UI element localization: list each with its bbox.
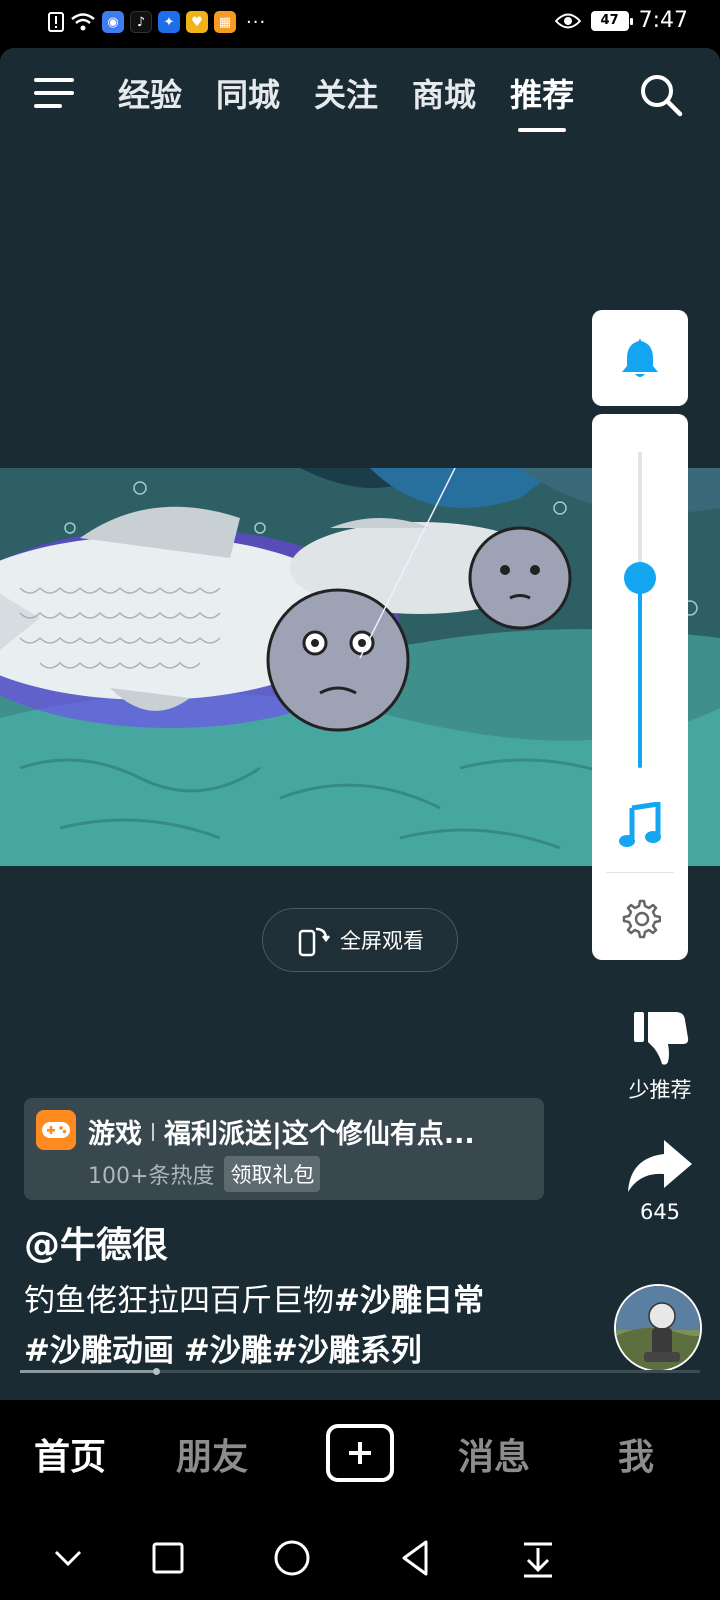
- ad-category: 游戏: [88, 1119, 142, 1150]
- share-arrow-icon: [628, 1140, 692, 1192]
- hashtag[interactable]: #沙雕动画: [24, 1333, 174, 1369]
- progress-handle[interactable]: [153, 1368, 160, 1375]
- create-post-button[interactable]: [326, 1424, 394, 1482]
- bulb-icon: ✦: [158, 11, 180, 33]
- hashtag[interactable]: #沙雕: [184, 1333, 272, 1369]
- tab-recommend[interactable]: 推荐: [510, 70, 574, 132]
- status-icons: ◉ ♪ ✦ ♥ ▦ ···: [48, 11, 266, 33]
- volume-panel: [592, 414, 688, 960]
- avatar-image: [616, 1286, 700, 1370]
- nav-friends[interactable]: 朋友: [176, 1428, 248, 1480]
- settings-gear-icon[interactable]: [619, 898, 661, 940]
- feed-tabs: 经验 同城 关注 商城 推荐: [118, 70, 574, 132]
- nav-home[interactable]: 首页: [34, 1428, 106, 1480]
- hashtag[interactable]: #沙雕系列: [272, 1333, 422, 1369]
- top-navigation: 经验 同城 关注 商城 推荐: [0, 48, 720, 148]
- caption-text: 钓鱼佬狂拉四百斤巨物: [24, 1283, 334, 1319]
- clock: 7:47: [638, 8, 688, 33]
- panel-divider: [606, 872, 674, 873]
- ad-separator: [152, 1122, 154, 1141]
- volume-slider-fill: [638, 578, 642, 768]
- status-bar: ◉ ♪ ✦ ♥ ▦ ··· 47 7:47: [0, 0, 720, 48]
- nav-messages[interactable]: 消息: [458, 1428, 530, 1480]
- browser-icon: ◉: [102, 11, 124, 33]
- wifi-icon: [71, 13, 95, 31]
- game-ad-card[interactable]: 游戏 福利派送|这个修仙有点... 100+条热度 领取礼包: [24, 1098, 544, 1200]
- nav-me[interactable]: 我: [618, 1428, 654, 1480]
- orange-app-icon: ▦: [214, 11, 236, 33]
- author-avatar[interactable]: [614, 1284, 702, 1372]
- gamepad-icon: [36, 1110, 76, 1150]
- share-count: 645: [639, 1200, 681, 1224]
- eye-icon: [554, 13, 581, 28]
- video-progress-bar[interactable]: [20, 1368, 700, 1375]
- fullscreen-button[interactable]: 全屏观看: [262, 908, 458, 972]
- search-icon[interactable]: [638, 72, 684, 118]
- claim-gift-button[interactable]: 领取礼包: [224, 1156, 321, 1192]
- thumbs-down-icon: [634, 1012, 689, 1065]
- home-circle-icon[interactable]: [270, 1536, 314, 1580]
- ad-title: 福利派送|这个修仙有点...: [164, 1119, 475, 1150]
- alert-icon: [48, 12, 64, 32]
- more-notifications: ···: [246, 11, 267, 33]
- bell-icon: [622, 339, 658, 377]
- rotate-screen-icon: [298, 927, 330, 957]
- tab-mall[interactable]: 商城: [412, 70, 476, 126]
- post-caption: 钓鱼佬狂拉四百斤巨物#沙雕日常 #沙雕动画 #沙雕#沙雕系列: [24, 1276, 564, 1376]
- music-note-icon[interactable]: [618, 802, 662, 850]
- heart-app-icon: ♥: [186, 11, 208, 33]
- dislike-label: 少推荐: [628, 1078, 692, 1102]
- chevron-down-icon[interactable]: [46, 1536, 90, 1580]
- volume-slider-track[interactable]: [638, 452, 642, 768]
- recent-apps-icon[interactable]: [146, 1536, 190, 1580]
- notification-shade-icon[interactable]: [516, 1536, 560, 1580]
- dislike-button[interactable]: 少推荐: [612, 1008, 708, 1104]
- menu-icon[interactable]: [34, 76, 76, 110]
- fullscreen-label: 全屏观看: [340, 929, 424, 953]
- tab-local[interactable]: 同城: [216, 70, 280, 126]
- tab-following[interactable]: 关注: [314, 70, 378, 126]
- video-feed-screen: 经验 同城 关注 商城 推荐 全屏观看 少推荐 645 游戏 福利派送|这个修仙…: [0, 48, 720, 1400]
- tab-experience[interactable]: 经验: [118, 70, 182, 126]
- progress-fill: [20, 1370, 156, 1373]
- author-name[interactable]: @牛德很: [24, 1216, 168, 1268]
- system-navigation-bar: [0, 1516, 720, 1600]
- share-button[interactable]: 645: [612, 1138, 708, 1224]
- battery-indicator: 47: [590, 10, 633, 31]
- back-triangle-icon[interactable]: [394, 1536, 438, 1580]
- volume-slider-thumb[interactable]: [624, 562, 656, 595]
- bottom-navigation: 首页 朋友 消息 我: [0, 1400, 720, 1516]
- plus-icon: [349, 1442, 371, 1464]
- ad-heat: 100+条热度: [88, 1164, 215, 1189]
- hashtag[interactable]: #沙雕日常: [334, 1283, 484, 1319]
- tiktok-icon: ♪: [130, 11, 152, 33]
- notification-mode-button[interactable]: [592, 310, 688, 406]
